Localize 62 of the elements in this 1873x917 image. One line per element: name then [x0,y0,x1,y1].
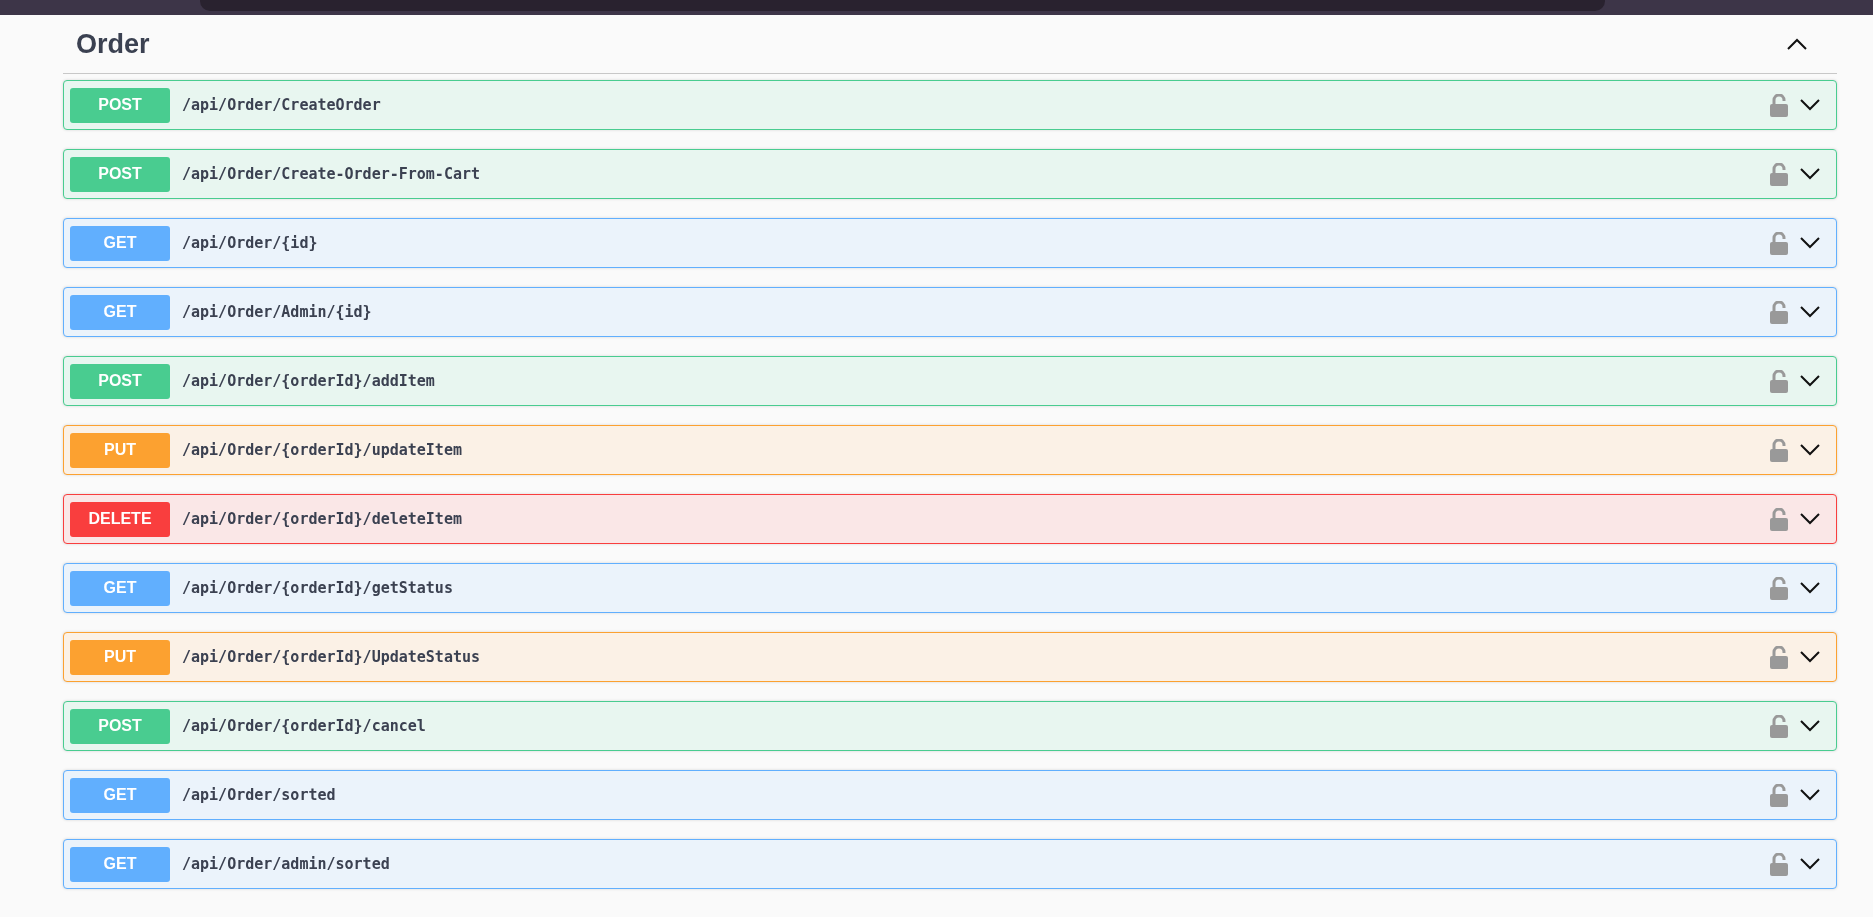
chevron-up-icon[interactable] [1787,38,1807,50]
padlock-icon[interactable] [1770,369,1788,393]
padlock-icon[interactable] [1770,162,1788,186]
chevron-down-icon[interactable] [1800,513,1820,525]
method-badge: GET [70,777,170,813]
endpoint-path: /api/Order/sorted [182,784,336,806]
endpoint-path: /api/Order/Create-Order-From-Cart [182,163,480,185]
endpoint-path: /api/Order/{orderId}/addItem [182,370,435,392]
endpoint-row[interactable]: GET /api/Order/sorted [63,770,1837,820]
endpoint-path: /api/Order/{orderId}/deleteItem [182,508,462,530]
endpoint-row[interactable]: POST /api/Order/{orderId}/addItem [63,356,1837,406]
method-badge: GET [70,294,170,330]
chevron-down-icon[interactable] [1800,306,1820,318]
section-title: Order [76,27,150,61]
chevron-down-icon[interactable] [1800,582,1820,594]
method-badge: GET [70,846,170,882]
endpoint-row[interactable]: POST /api/Order/{orderId}/cancel [63,701,1837,751]
endpoint-row[interactable]: GET /api/Order/admin/sorted [63,839,1837,889]
chevron-down-icon[interactable] [1800,444,1820,456]
endpoint-row[interactable]: GET /api/Order/Admin/{id} [63,287,1837,337]
padlock-icon[interactable] [1770,714,1788,738]
method-badge: PUT [70,639,170,675]
endpoint-row[interactable]: PUT /api/Order/{orderId}/UpdateStatus [63,632,1837,682]
chevron-down-icon[interactable] [1800,789,1820,801]
chevron-down-icon[interactable] [1800,720,1820,732]
endpoint-path: /api/Order/Admin/{id} [182,301,372,323]
section-header[interactable]: Order [63,15,1837,74]
padlock-icon[interactable] [1770,300,1788,324]
padlock-icon[interactable] [1770,93,1788,117]
method-badge: PUT [70,432,170,468]
method-badge: POST [70,156,170,192]
chevron-down-icon[interactable] [1800,651,1820,663]
method-badge: POST [70,708,170,744]
method-badge: POST [70,363,170,399]
endpoint-path: /api/Order/{orderId}/getStatus [182,577,453,599]
padlock-icon[interactable] [1770,576,1788,600]
endpoint-row[interactable]: GET /api/Order/{id} [63,218,1837,268]
endpoint-row[interactable]: PUT /api/Order/{orderId}/updateItem [63,425,1837,475]
padlock-icon[interactable] [1770,783,1788,807]
padlock-icon[interactable] [1770,438,1788,462]
method-badge: GET [70,570,170,606]
chevron-down-icon[interactable] [1800,237,1820,249]
endpoint-row[interactable]: DELETE /api/Order/{orderId}/deleteItem [63,494,1837,544]
endpoint-row[interactable]: POST /api/Order/CreateOrder [63,80,1837,130]
method-badge: DELETE [70,501,170,537]
chevron-down-icon[interactable] [1800,375,1820,387]
chevron-down-icon[interactable] [1800,168,1820,180]
padlock-icon[interactable] [1770,231,1788,255]
endpoint-path: /api/Order/{id} [182,232,318,254]
method-badge: POST [70,87,170,123]
endpoint-row[interactable]: POST /api/Order/Create-Order-From-Cart [63,149,1837,199]
padlock-icon[interactable] [1770,645,1788,669]
endpoint-row[interactable]: GET /api/Order/{orderId}/getStatus [63,563,1837,613]
method-badge: GET [70,225,170,261]
endpoint-path: /api/Order/{orderId}/cancel [182,715,426,737]
padlock-icon[interactable] [1770,852,1788,876]
chevron-down-icon[interactable] [1800,858,1820,870]
chevron-down-icon[interactable] [1800,99,1820,111]
endpoint-path: /api/Order/CreateOrder [182,94,381,116]
endpoint-path: /api/Order/admin/sorted [182,853,390,875]
endpoint-path: /api/Order/{orderId}/UpdateStatus [182,646,480,668]
endpoint-path: /api/Order/{orderId}/updateItem [182,439,462,461]
